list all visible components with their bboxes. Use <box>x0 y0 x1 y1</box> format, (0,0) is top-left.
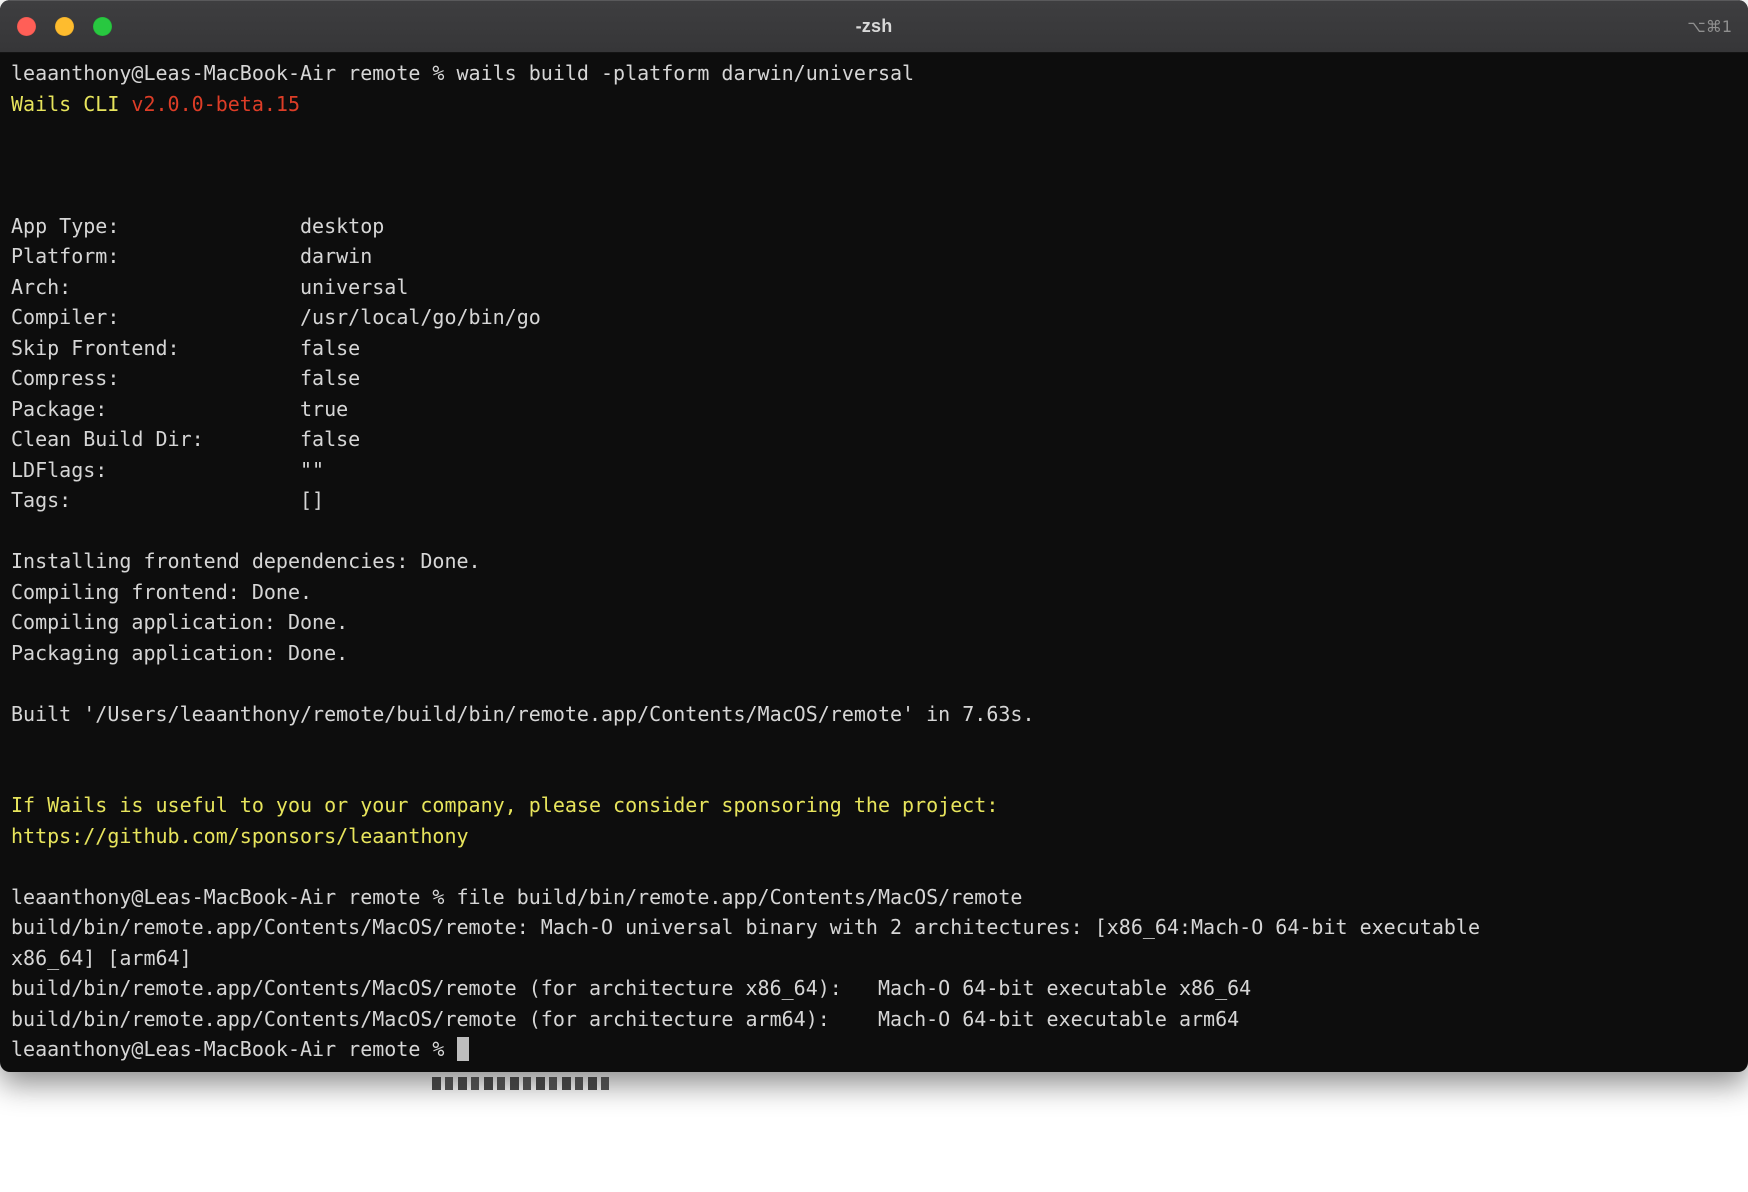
terminal-line: build/bin/remote.app/Contents/MacOS/remo… <box>11 1004 1738 1035</box>
terminal-text: Tags: [] <box>11 488 324 512</box>
terminal-text: leaanthony@Leas-MacBook-Air remote % wai… <box>11 61 914 85</box>
terminal-text: LDFlags: "" <box>11 458 324 482</box>
terminal-text: Installing frontend dependencies: Done. <box>11 549 481 573</box>
terminal-line <box>11 150 1738 181</box>
close-button[interactable] <box>17 17 36 36</box>
terminal-line: leaanthony@Leas-MacBook-Air remote % fil… <box>11 882 1738 913</box>
terminal-text: v2.0.0-beta.15 <box>131 92 300 116</box>
terminal-line: Arch: universal <box>11 272 1738 303</box>
terminal-line: Tags: [] <box>11 485 1738 516</box>
terminal-line: build/bin/remote.app/Contents/MacOS/remo… <box>11 973 1738 1004</box>
terminal-line: leaanthony@Leas-MacBook-Air remote % <box>11 1034 1738 1065</box>
terminal-cursor <box>457 1037 469 1061</box>
terminal-text: Built '/Users/leaanthony/remote/build/bi… <box>11 702 1035 726</box>
terminal-text: Compiling frontend: Done. <box>11 580 312 604</box>
terminal-line: Packaging application: Done. <box>11 638 1738 669</box>
terminal-output[interactable]: leaanthony@Leas-MacBook-Air remote % wai… <box>0 53 1748 1065</box>
terminal-line <box>11 180 1738 211</box>
terminal-line: App Type: desktop <box>11 211 1738 242</box>
terminal-text: https://github.com/sponsors/leaanthony <box>11 824 469 848</box>
terminal-line: If Wails is useful to you or your compan… <box>11 790 1738 821</box>
terminal-line <box>11 119 1738 150</box>
terminal-text: build/bin/remote.app/Contents/MacOS/remo… <box>11 1007 1239 1031</box>
terminal-text: build/bin/remote.app/Contents/MacOS/remo… <box>11 976 1251 1000</box>
terminal-line: Clean Build Dir: false <box>11 424 1738 455</box>
terminal-text: If Wails is useful to you or your compan… <box>11 793 998 817</box>
terminal-line: Skip Frontend: false <box>11 333 1738 364</box>
window-shortcut-badge: ⌥⌘1 <box>1687 0 1732 52</box>
terminal-text: Clean Build Dir: false <box>11 427 360 451</box>
terminal-line <box>11 760 1738 791</box>
terminal-text: App Type: desktop <box>11 214 384 238</box>
terminal-text: Skip Frontend: false <box>11 336 360 360</box>
terminal-text: Compress: false <box>11 366 360 390</box>
minimize-button[interactable] <box>55 17 74 36</box>
terminal-line <box>11 729 1738 760</box>
terminal-text: build/bin/remote.app/Contents/MacOS/remo… <box>11 915 1480 939</box>
window-title: -zsh <box>856 16 893 37</box>
terminal-text: Wails CLI <box>11 92 131 116</box>
terminal-line <box>11 851 1738 882</box>
terminal-text: leaanthony@Leas-MacBook-Air remote % fil… <box>11 885 1022 909</box>
terminal-line <box>11 516 1738 547</box>
zoom-button[interactable] <box>93 17 112 36</box>
terminal-line <box>11 668 1738 699</box>
terminal-line: Built '/Users/leaanthony/remote/build/bi… <box>11 699 1738 730</box>
terminal-text: Compiling application: Done. <box>11 610 348 634</box>
terminal-text: Arch: universal <box>11 275 408 299</box>
terminal-text: Package: true <box>11 397 348 421</box>
terminal-line: Wails CLI v2.0.0-beta.15 <box>11 89 1738 120</box>
traffic-lights <box>17 0 112 52</box>
terminal-line: Compiling application: Done. <box>11 607 1738 638</box>
terminal-text: Packaging application: Done. <box>11 641 348 665</box>
terminal-line: Compress: false <box>11 363 1738 394</box>
titlebar[interactable]: -zsh ⌥⌘1 <box>0 0 1748 53</box>
terminal-text: leaanthony@Leas-MacBook-Air remote % <box>11 1037 457 1061</box>
terminal-line: Compiling frontend: Done. <box>11 577 1738 608</box>
terminal-text: Platform: darwin <box>11 244 372 268</box>
terminal-line: Platform: darwin <box>11 241 1738 272</box>
terminal-line: LDFlags: "" <box>11 455 1738 486</box>
terminal-line: x86_64] [arm64] <box>11 943 1738 974</box>
terminal-line: leaanthony@Leas-MacBook-Air remote % wai… <box>11 58 1738 89</box>
terminal-line: Compiler: /usr/local/go/bin/go <box>11 302 1738 333</box>
terminal-text: Compiler: /usr/local/go/bin/go <box>11 305 541 329</box>
background-window-fragment <box>432 1077 610 1090</box>
terminal-line: https://github.com/sponsors/leaanthony <box>11 821 1738 852</box>
terminal-window: -zsh ⌥⌘1 leaanthony@Leas-MacBook-Air rem… <box>0 0 1748 1072</box>
terminal-line: Package: true <box>11 394 1738 425</box>
terminal-line: build/bin/remote.app/Contents/MacOS/remo… <box>11 912 1738 943</box>
terminal-line: Installing frontend dependencies: Done. <box>11 546 1738 577</box>
terminal-text: x86_64] [arm64] <box>11 946 192 970</box>
